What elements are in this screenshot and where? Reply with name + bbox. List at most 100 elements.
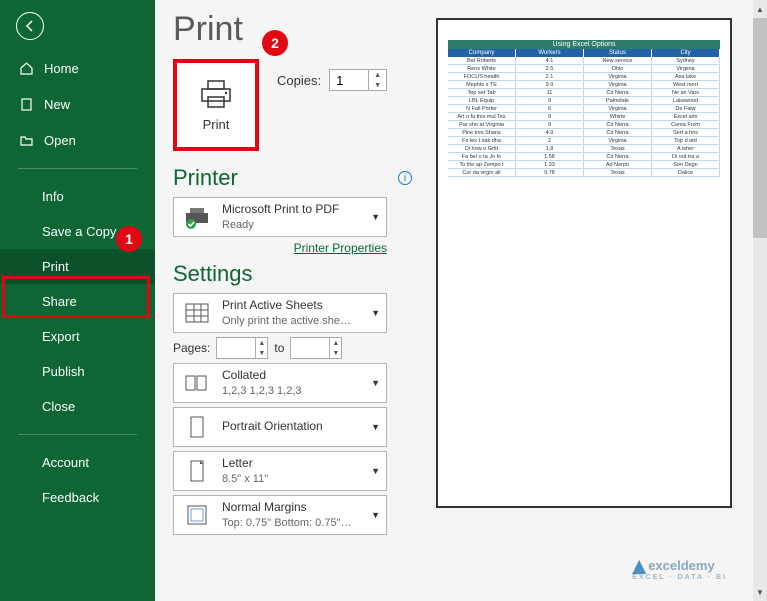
- sidebar-item-print[interactable]: Print: [0, 249, 155, 284]
- table-cell: LBL Equip: [448, 97, 516, 104]
- sidebar-item-label: Print: [42, 259, 69, 274]
- table-cell: Texas: [584, 145, 652, 152]
- sidebar-item-publish[interactable]: Publish: [0, 354, 155, 389]
- back-button[interactable]: [16, 12, 44, 40]
- spinner-down[interactable]: ▼: [330, 348, 341, 358]
- table-cell: Par sho at Virginia: [448, 121, 516, 128]
- table-cell: 1.8: [516, 145, 584, 152]
- printer-status: Ready: [222, 218, 363, 232]
- table-cell: 1.58: [516, 153, 584, 160]
- page-title: Print: [173, 10, 412, 49]
- chevron-down-icon: ▼: [371, 378, 380, 388]
- preview-scrollbar[interactable]: ▲ ▼: [753, 0, 767, 601]
- table-cell: 9.9: [516, 81, 584, 88]
- print-preview-column: Using Excel Options Company Workers Stat…: [420, 0, 767, 601]
- open-icon: [18, 132, 34, 148]
- table-cell: Cd Nerra: [584, 89, 652, 96]
- scrollbar-thumb[interactable]: [753, 18, 767, 238]
- table-cell: To the ap Zempo t: [448, 161, 516, 168]
- table-cell: Rens White: [448, 65, 516, 72]
- pages-from-spinner[interactable]: ▲▼: [216, 337, 268, 359]
- pages-to-spinner[interactable]: ▲▼: [290, 337, 342, 359]
- table-cell: N Fall Porter: [448, 105, 516, 112]
- chevron-down-icon: ▼: [371, 510, 380, 520]
- col-header: Workers: [516, 49, 584, 57]
- sidebar-item-feedback[interactable]: Feedback: [0, 480, 155, 515]
- spinner-down[interactable]: ▼: [369, 80, 386, 90]
- sidebar-item-label: Close: [42, 399, 75, 414]
- print-button[interactable]: Print: [173, 59, 259, 151]
- table-cell: 9: [516, 113, 584, 120]
- table-cell: Whirle: [584, 113, 652, 120]
- printer-dropdown[interactable]: Microsoft Print to PDF Ready ▼: [173, 197, 387, 237]
- collate-label: Collated: [222, 368, 363, 384]
- copies-spinner[interactable]: ▲ ▼: [329, 69, 387, 91]
- table-cell: Mephlo x TE: [448, 81, 516, 88]
- watermark-sub: EXCEL · DATA · BI: [632, 574, 727, 581]
- table-row: Mephlo x TE9.9VirginiaWest mort: [448, 81, 720, 89]
- paper-dropdown[interactable]: Letter 8.5" x 11" ▼: [173, 451, 387, 491]
- sidebar-item-info[interactable]: Info: [0, 179, 155, 214]
- table-cell: Top d atd: [652, 137, 720, 144]
- table-row: Tep set Tab11Cd NerraNe an Vars: [448, 89, 720, 97]
- paper-icon: [180, 456, 214, 486]
- info-icon[interactable]: i: [398, 171, 412, 185]
- table-cell: Sert a hns: [652, 129, 720, 136]
- print-preview-page: Using Excel Options Company Workers Stat…: [436, 18, 732, 508]
- table-cell: 2.5: [516, 65, 584, 72]
- table-cell: Palmdale: [584, 97, 652, 104]
- watermark-text: exceldemy: [648, 558, 715, 573]
- printer-name: Microsoft Print to PDF: [222, 202, 363, 218]
- spinner-up[interactable]: ▲: [369, 70, 386, 80]
- table-row: Fa bel o ta Jo fo1.58Cd NerraDi out tra …: [448, 153, 720, 161]
- sidebar-item-label: Export: [42, 329, 80, 344]
- spinner-up[interactable]: ▲: [330, 338, 341, 348]
- orientation-dropdown[interactable]: Portrait Orientation ▼: [173, 407, 387, 447]
- table-row: Pine ires Shans4.9Cd NerraSert a hns: [448, 129, 720, 137]
- table-cell: 4.9: [516, 129, 584, 136]
- table-row: FOCUS health2.1VirginiaAsa lake: [448, 73, 720, 81]
- table-cell: Virginia: [584, 81, 652, 88]
- sidebar-item-open[interactable]: Open: [0, 122, 155, 158]
- sidebar-item-export[interactable]: Export: [0, 319, 155, 354]
- table-cell: 9: [516, 97, 584, 104]
- sidebar-item-new[interactable]: New: [0, 86, 155, 122]
- scroll-down-icon[interactable]: ▼: [753, 585, 767, 599]
- pages-from-input[interactable]: [217, 338, 255, 358]
- printer-section-title: Printer: [173, 165, 238, 191]
- preview-table-title: Using Excel Options: [448, 40, 720, 49]
- new-icon: [18, 96, 34, 112]
- sidebar-item-home[interactable]: Home: [0, 50, 155, 86]
- margins-label: Normal Margins: [222, 500, 363, 516]
- table-cell: Di how o Gritt: [448, 145, 516, 152]
- sidebar-item-close[interactable]: Close: [0, 389, 155, 424]
- sidebar-item-label: Feedback: [42, 490, 99, 505]
- margins-dropdown[interactable]: Normal Margins Top: 0.75" Bottom: 0.75"……: [173, 495, 387, 535]
- collate-dropdown[interactable]: Collated 1,2,3 1,2,3 1,2,3 ▼: [173, 363, 387, 403]
- spinner-up[interactable]: ▲: [256, 338, 267, 348]
- annotation-badge-2: 2: [262, 30, 288, 56]
- table-row: Di how o Gritt1.8TexasA txher: [448, 145, 720, 153]
- table-cell: Ohio: [584, 65, 652, 72]
- sidebar-item-share[interactable]: Share: [0, 284, 155, 319]
- printer-status-icon: [180, 202, 214, 232]
- backstage-sidebar: Home New Open Info Save a Copy Print Sha…: [0, 0, 155, 601]
- spinner-down[interactable]: ▼: [256, 348, 267, 358]
- chevron-down-icon: ▼: [371, 466, 380, 476]
- table-cell: Di out tra a: [652, 153, 720, 160]
- sidebar-item-account[interactable]: Account: [0, 445, 155, 480]
- printer-properties-link[interactable]: Printer Properties: [173, 241, 387, 255]
- chevron-down-icon: ▼: [371, 308, 380, 318]
- copies-label: Copies:: [277, 73, 321, 88]
- print-what-dropdown[interactable]: Print Active Sheets Only print the activ…: [173, 293, 387, 333]
- pages-to-input[interactable]: [291, 338, 329, 358]
- table-cell: Ad Nerpo: [584, 161, 652, 168]
- table-cell: A txher: [652, 145, 720, 152]
- printer-icon: [198, 79, 234, 109]
- copies-input[interactable]: [330, 70, 368, 90]
- table-cell: Virginia: [584, 73, 652, 80]
- pages-label: Pages:: [173, 341, 210, 355]
- scroll-up-icon[interactable]: ▲: [753, 2, 767, 16]
- table-cell: Bat Roberts: [448, 57, 516, 64]
- chevron-down-icon: ▼: [371, 212, 380, 222]
